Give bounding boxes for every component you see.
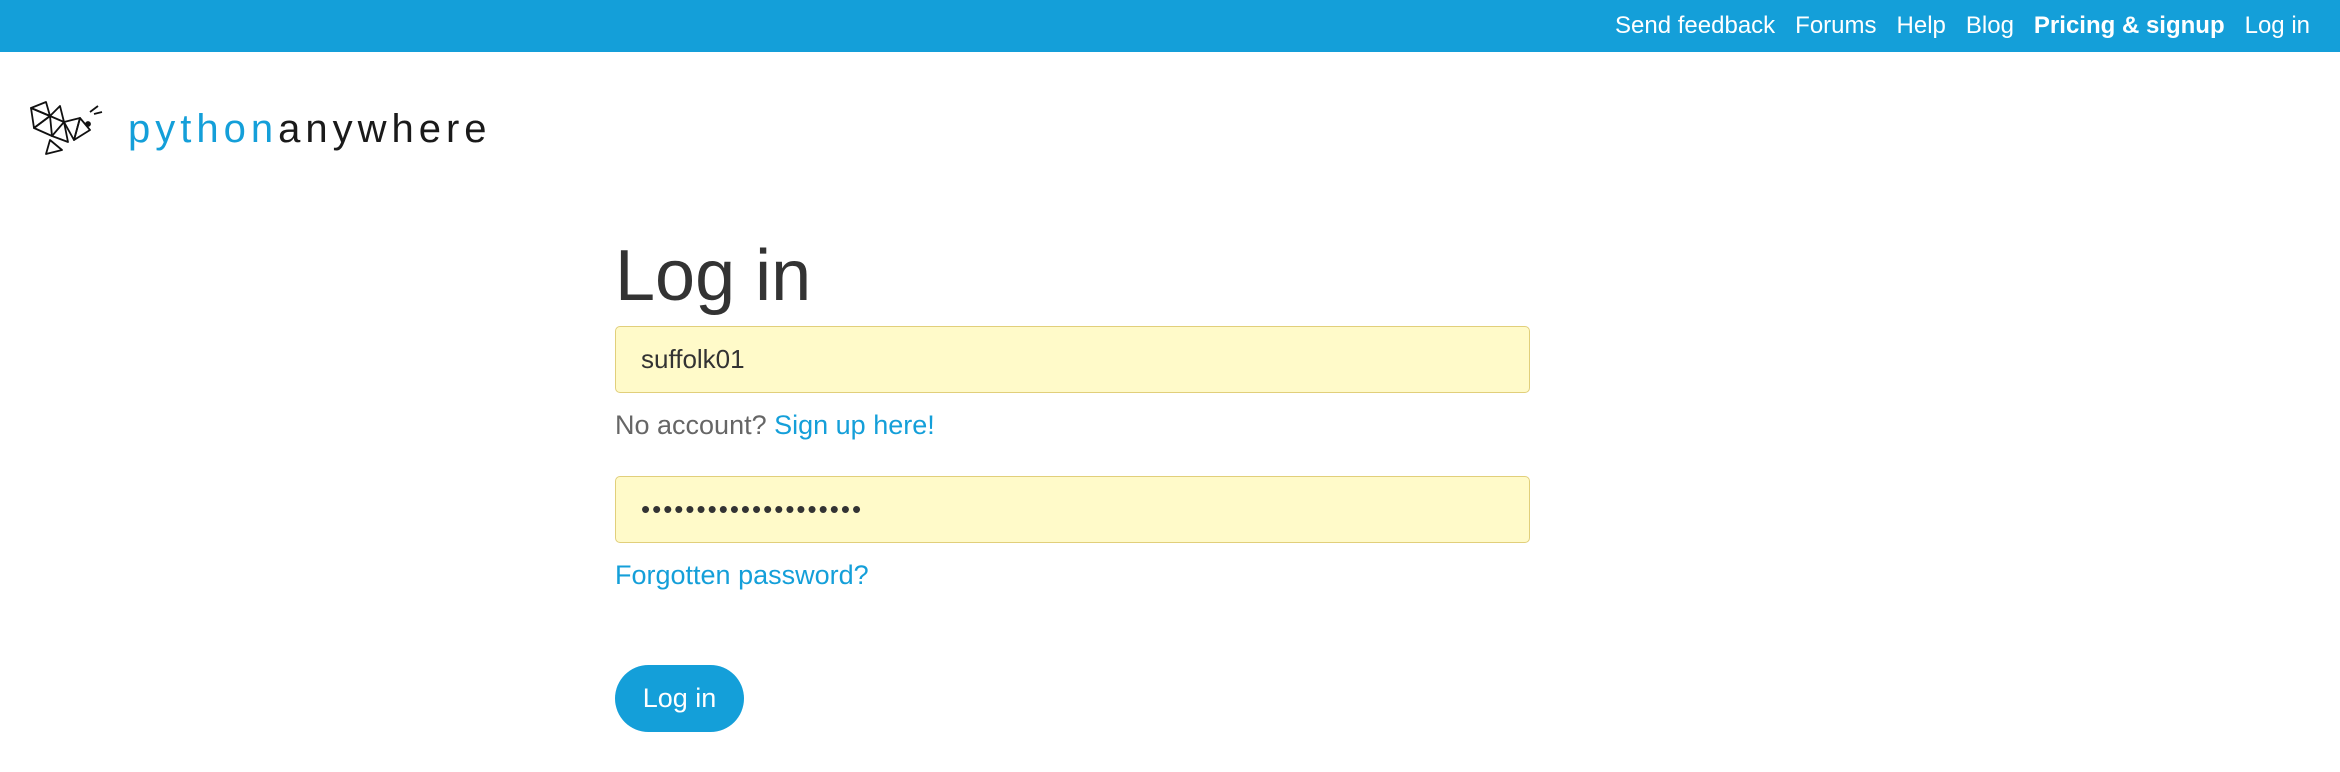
nav-help[interactable]: Help — [1897, 12, 1946, 40]
top-bar: Send feedback Forums Help Blog Pricing &… — [0, 0, 2340, 52]
forgot-password-link[interactable]: Forgotten password? — [615, 557, 1530, 593]
signup-hint: No account? Sign up here! — [615, 407, 1530, 443]
logo-wordmark: pythonanywhere — [128, 107, 492, 152]
nav-send-feedback[interactable]: Send feedback — [1615, 12, 1775, 40]
site-logo[interactable]: pythonanywhere — [28, 100, 492, 158]
logo-text-anywhere: anywhere — [278, 106, 492, 151]
top-nav: Send feedback Forums Help Blog Pricing &… — [1615, 0, 2310, 52]
signup-link[interactable]: Sign up here! — [774, 410, 935, 440]
pythonanywhere-logo-icon — [28, 100, 108, 158]
nav-pricing-signup[interactable]: Pricing & signup — [2034, 12, 2225, 40]
password-field[interactable]: •••••••••••••••••••• — [615, 476, 1530, 543]
username-field[interactable]: suffolk01 — [615, 326, 1530, 393]
nav-login[interactable]: Log in — [2245, 12, 2310, 40]
nav-blog[interactable]: Blog — [1966, 12, 2014, 40]
nav-forums[interactable]: Forums — [1795, 12, 1876, 40]
no-account-text: No account? — [615, 410, 767, 440]
logo-text-python: python — [128, 106, 279, 151]
page-title: Log in — [615, 236, 812, 316]
login-button[interactable]: Log in — [615, 665, 744, 732]
login-form: Log in suffolk01 No account? Sign up her… — [615, 230, 1530, 732]
